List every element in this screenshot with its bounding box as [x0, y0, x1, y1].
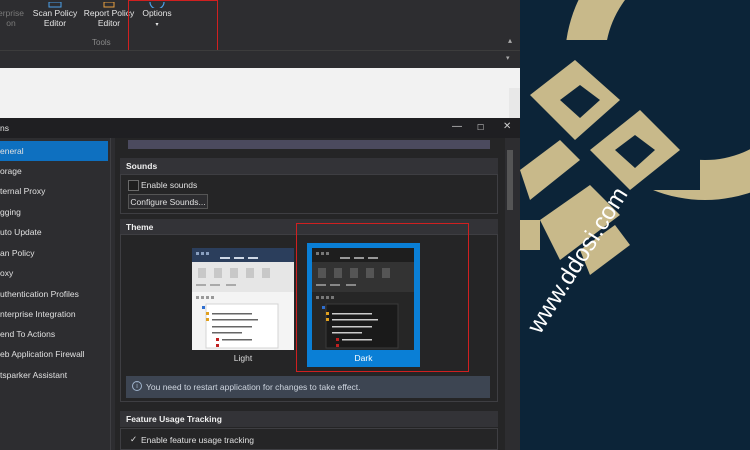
options-nav: eneral orage ternal Proxy gging uto Upda…: [0, 138, 111, 450]
nav-item-web-application-firewall[interactable]: eb Application Firewall: [0, 344, 108, 364]
previous-section-bar: [128, 140, 490, 149]
enterprise-label: erprise: [0, 8, 24, 18]
feature-tracking-label: Enable feature usage tracking: [141, 435, 254, 445]
nav-item-external-proxy[interactable]: ternal Proxy: [0, 181, 108, 201]
nav-item-scan-policy[interactable]: an Policy: [0, 243, 108, 263]
nav-item-send-to-actions[interactable]: end To Actions: [0, 324, 108, 344]
maximize-button[interactable]: ☐: [477, 123, 484, 132]
document-area: [0, 68, 520, 118]
nav-item-assistant[interactable]: tsparker Assistant: [0, 365, 108, 385]
configure-sounds-button[interactable]: Configure Sounds...: [128, 194, 208, 209]
nav-item-general[interactable]: eneral: [0, 141, 108, 161]
nav-item-authentication-profiles[interactable]: uthentication Profiles: [0, 284, 108, 304]
document-tab-strip: [0, 50, 520, 69]
dark-theme-highlight-box: [296, 223, 469, 372]
scan-policy-label: Scan Policy: [32, 8, 78, 18]
tools-group-label: Tools: [92, 38, 111, 47]
nav-item-enterprise-integration[interactable]: nterprise Integration: [0, 304, 108, 324]
enable-sounds-label: Enable sounds: [141, 180, 198, 190]
tab-dropdown-icon[interactable]: ▾: [506, 54, 510, 62]
nav-item-logging[interactable]: gging: [0, 202, 108, 222]
nav-item-auto-update[interactable]: uto Update: [0, 222, 108, 242]
restart-notice-text: You need to restart application for chan…: [146, 382, 361, 392]
feature-usage-heading: Feature Usage Tracking: [120, 411, 498, 427]
dialog-title-bar: [0, 118, 520, 138]
report-policy-label-2: Editor: [97, 18, 121, 28]
nav-item-storage[interactable]: orage: [0, 161, 108, 181]
nav-item-proxy[interactable]: oxy: [0, 263, 108, 283]
enterprise-button[interactable]: erprise on: [0, 0, 28, 28]
sounds-heading: Sounds: [120, 158, 498, 174]
ddosi-logo-graphic: www.ddosi.com: [520, 0, 750, 450]
minimize-button[interactable]: —: [452, 121, 462, 132]
collapse-ribbon-icon[interactable]: ▴: [508, 36, 512, 45]
scan-policy-icon: [32, 0, 78, 8]
info-icon: i: [132, 381, 142, 391]
enterprise-icon: [0, 0, 28, 6]
light-theme-label: Light: [233, 353, 253, 363]
scan-policy-editor-button[interactable]: Scan Policy Editor: [32, 0, 78, 28]
light-theme-preview: [192, 248, 294, 350]
dialog-title: ns: [0, 123, 9, 133]
dialog-scrollbar-thumb[interactable]: [507, 150, 513, 210]
enable-sounds-checkbox[interactable]: [128, 180, 139, 191]
report-policy-label: Report Policy: [83, 8, 135, 18]
site-logo-background: www.ddosi.com: [520, 0, 750, 450]
light-theme-option[interactable]: [192, 248, 294, 350]
feature-tracking-checkbox[interactable]: ✓: [130, 434, 137, 445]
ribbon-toolbar: erprise on Scan Policy Editor Report Pol…: [0, 0, 520, 50]
scan-policy-label-2: Editor: [43, 18, 67, 28]
enterprise-label-2: on: [6, 18, 16, 28]
close-button[interactable]: ✕: [503, 121, 511, 132]
